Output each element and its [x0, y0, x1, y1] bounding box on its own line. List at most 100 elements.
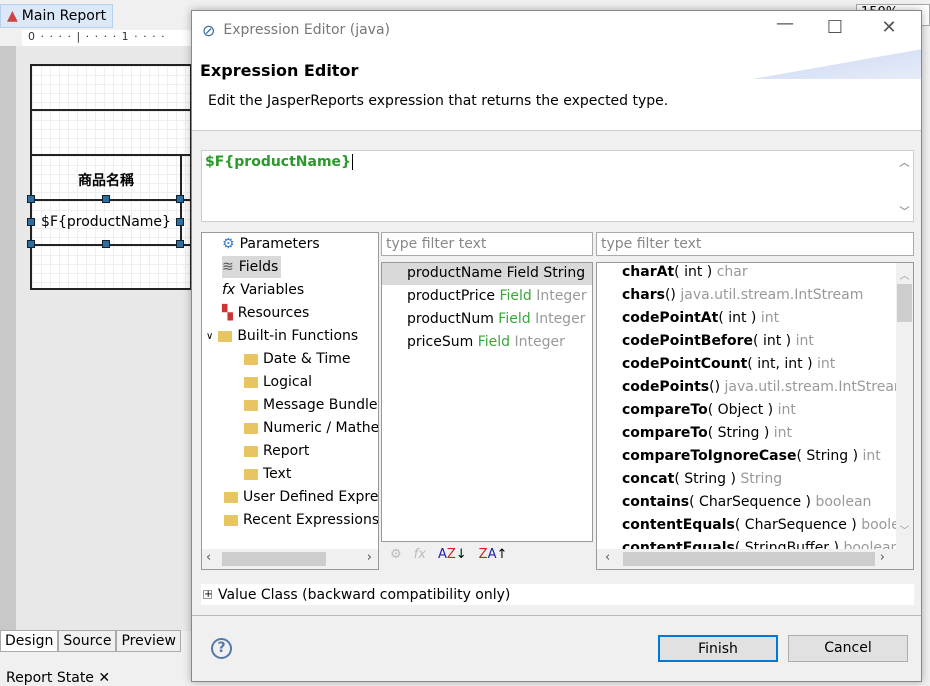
method-item[interactable]: chars() java.util.stream.IntStream — [622, 287, 863, 310]
fields-filter-input[interactable]: type filter text — [381, 232, 593, 256]
tree-item-variables[interactable]: fx Variables — [222, 279, 304, 301]
tree-item-text[interactable]: Text — [244, 463, 291, 485]
report-icon: ▲ — [7, 8, 18, 24]
dialog-description: Edit the JasperReports expression that r… — [208, 93, 669, 109]
fields-list[interactable]: productName Field String productPrice Fi… — [381, 262, 593, 542]
finish-button[interactable]: Finish — [658, 635, 778, 662]
methods-hscrollbar[interactable]: ‹ › — [597, 549, 913, 569]
resize-handle[interactable] — [102, 195, 110, 203]
resize-handle[interactable] — [27, 218, 35, 226]
tree-label: User Defined Expres — [243, 489, 379, 505]
tab-preview[interactable]: Preview — [116, 630, 181, 652]
folder-icon — [244, 376, 258, 388]
methods-filter-input[interactable]: type filter text — [596, 232, 914, 256]
cancel-button[interactable]: Cancel — [788, 635, 908, 662]
method-item[interactable]: compareTo( String ) int — [622, 425, 792, 448]
minimize-button[interactable]: — — [770, 13, 800, 39]
tree-label: Message Bundles — [263, 397, 379, 413]
insert-parameter-icon[interactable]: ⚙ — [390, 547, 402, 562]
tree-label: Fields — [238, 259, 279, 275]
tree-hscrollbar[interactable]: ‹ › — [202, 549, 378, 569]
fields-icon: ≋ — [222, 259, 234, 275]
maximize-button[interactable]: ☐ — [820, 17, 850, 43]
main-report-tab[interactable]: ▲ Main Report — [0, 4, 114, 28]
close-button[interactable]: ✕ — [874, 17, 904, 43]
value-class-label: Value Class (backward compatibility only… — [218, 586, 511, 603]
expression-textarea[interactable]: $F{productName} ︿ ﹀ — [201, 150, 914, 222]
tree-item-logical[interactable]: Logical — [244, 371, 312, 393]
expression-text: $F{productName} — [205, 154, 352, 170]
sort-descending-icon[interactable]: ZA↑ — [479, 547, 508, 562]
tab-source[interactable]: Source — [58, 630, 117, 652]
method-item[interactable]: codePointBefore( int ) int — [622, 333, 814, 356]
tree-item-report[interactable]: Report — [244, 440, 309, 462]
folder-icon — [244, 445, 258, 457]
value-class-expander[interactable]: + Value Class (backward compatibility onl… — [201, 584, 914, 605]
method-item[interactable]: codePoints() java.util.stream.IntStream — [622, 379, 908, 402]
variables-icon: fx — [222, 282, 236, 298]
field-item[interactable]: productName Field String — [407, 265, 585, 287]
folder-icon — [244, 399, 258, 411]
tree-label: Resources — [237, 305, 310, 321]
report-page[interactable]: 商品名稱 $F{productName} — [27, 64, 192, 290]
method-item[interactable]: compareToIgnoreCase( String ) int — [622, 448, 881, 471]
expression-editor-dialog: ⊘ Expression Editor (java) — ☐ ✕ Express… — [191, 10, 922, 682]
static-text-label[interactable]: 商品名稱 — [32, 170, 180, 190]
tree-item-numeric[interactable]: Numeric / Mathe — [244, 417, 379, 439]
methods-vscrollbar[interactable]: ︿ ﹀ — [896, 263, 913, 551]
category-tree[interactable]: ⚙ Parameters ≋ Fields fx Variables ▚ Resourc… — [201, 232, 379, 570]
method-item[interactable]: codePointAt( int ) int — [622, 310, 779, 333]
field-item[interactable]: productPrice Field Integer — [407, 288, 587, 310]
tree-item-recent[interactable]: Recent Expressions — [224, 509, 379, 531]
editor-mode-tabs: Design Source Preview — [0, 630, 181, 652]
expand-icon[interactable]: + — [203, 590, 212, 600]
methods-list[interactable]: contentEquals( StringBuffer ) boolean con… — [596, 262, 914, 570]
tree-item-parameters[interactable]: ⚙ Parameters — [222, 233, 320, 255]
method-item[interactable]: contentEquals( CharSequence ) boolean — [622, 517, 913, 540]
resize-handle[interactable] — [27, 195, 35, 203]
resize-handle[interactable] — [176, 240, 184, 248]
field-item[interactable]: priceSum Field Integer — [407, 334, 565, 356]
chevron-down-icon[interactable]: ∨ — [206, 331, 213, 342]
folder-icon — [244, 468, 258, 480]
tree-item-message-bundles[interactable]: Message Bundles — [244, 394, 379, 416]
expression-scrollbar[interactable]: ︿ ﹀ — [896, 151, 913, 221]
tree-item-date-time[interactable]: Date & Time — [244, 348, 351, 370]
text-cursor — [352, 154, 354, 170]
tab-design[interactable]: Design — [0, 630, 59, 652]
insert-function-icon[interactable]: fx — [414, 547, 426, 562]
resize-handle[interactable] — [176, 218, 184, 226]
resize-handle[interactable] — [102, 240, 110, 248]
tree-label: Text — [263, 466, 292, 482]
method-item[interactable]: charAt( int ) char — [622, 264, 748, 287]
header-banner — [751, 49, 921, 79]
method-item[interactable]: concat( String ) String — [622, 471, 782, 494]
sort-ascending-icon[interactable]: AZ↓ — [438, 547, 467, 562]
tree-label: Built-in Functions — [237, 328, 359, 344]
method-item[interactable]: compareTo( Object ) int — [622, 402, 796, 425]
tree-label: Recent Expressions — [243, 512, 379, 528]
resources-icon: ▚ — [222, 305, 233, 321]
field-item[interactable]: productNum Field Integer — [407, 311, 585, 333]
tree-item-user-defined[interactable]: User Defined Expres — [224, 486, 379, 508]
field-text[interactable]: $F{productName} — [32, 214, 180, 230]
tree-label: Report — [263, 443, 310, 459]
folder-icon — [218, 330, 233, 342]
tree-item-builtin-functions[interactable]: ∨ Built-in Functions — [206, 325, 358, 347]
dialog-header: Expression Editor Edit the JasperReports… — [192, 49, 921, 131]
title-bar: ⊘ Expression Editor (java) — ☐ ✕ — [192, 11, 921, 49]
method-item[interactable]: contains( CharSequence ) boolean — [622, 494, 871, 517]
resize-handle[interactable] — [27, 240, 35, 248]
resize-handle[interactable] — [176, 195, 184, 203]
tree-item-fields[interactable]: ≋ Fields — [222, 256, 282, 278]
fields-toolbar: ⚙ fx AZ↓ ZA↑ — [390, 547, 507, 562]
folder-icon — [224, 514, 238, 526]
tree-label: Numeric / Mathe — [263, 420, 379, 436]
folder-icon — [244, 422, 258, 434]
parameters-icon: ⚙ — [222, 236, 235, 252]
method-item[interactable]: codePointCount( int, int ) int — [622, 356, 835, 379]
ruler-top: 0 · · · · | · · · · 1 · · · · — [22, 30, 192, 46]
help-icon[interactable]: ? — [211, 638, 232, 659]
tree-item-resources[interactable]: ▚ Resources — [222, 302, 309, 324]
tree-label: Logical — [263, 374, 313, 390]
